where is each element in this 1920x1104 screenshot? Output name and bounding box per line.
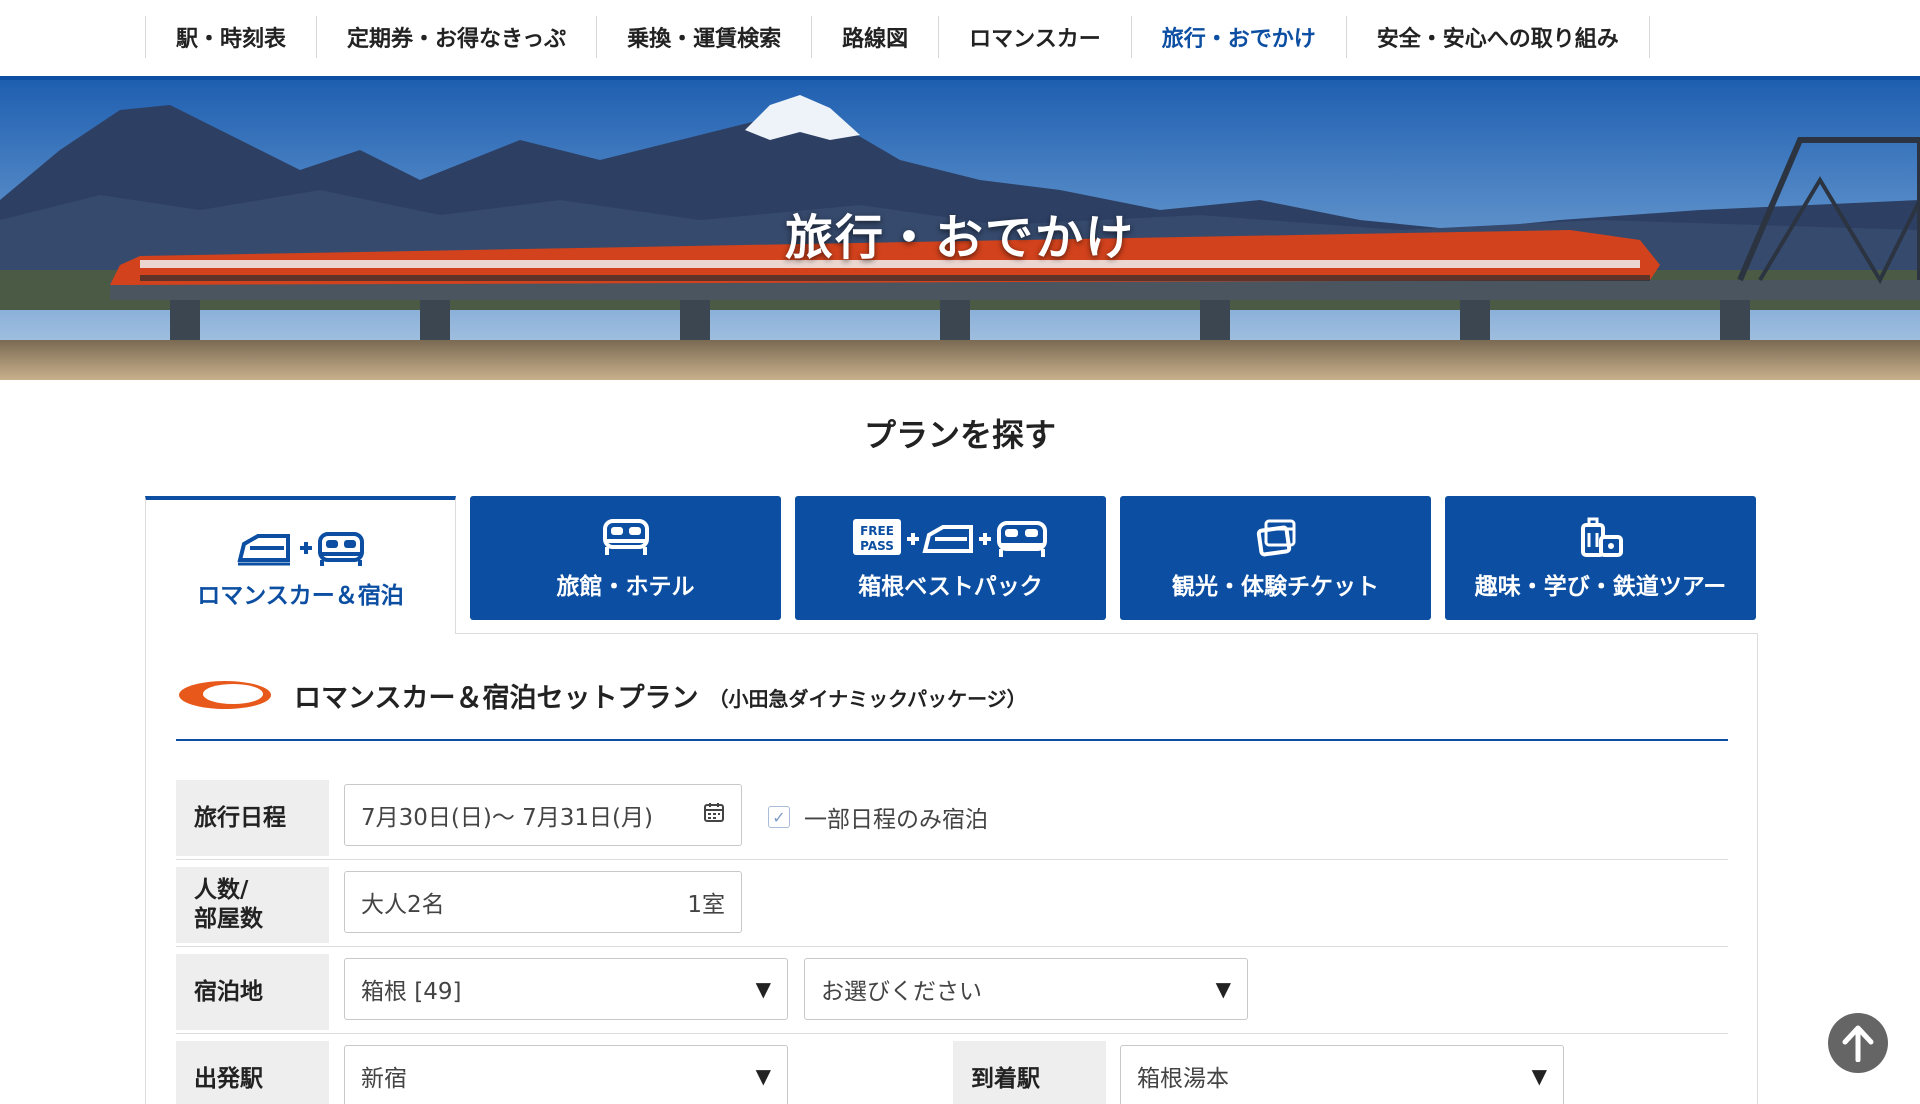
chevron-down-icon: ▼ [755,1064,771,1088]
bed-icon [600,515,652,559]
chevron-down-icon: ▼ [1531,1064,1547,1088]
tickets-icon [1254,515,1298,559]
partial-stay-checkbox[interactable]: ✓ 一部日程のみ宿泊 [768,800,988,834]
nav-item-route-map[interactable]: 路線図 [811,16,938,58]
label-travel-dates: 旅行日程 [176,780,329,856]
arrival-select[interactable]: 箱根湯本 ▼ [1120,1045,1564,1104]
people-rooms-field[interactable]: 大人2名 1室 [344,871,742,933]
subarea-select[interactable]: お選びください ▼ [804,958,1248,1020]
departure-select-value: 新宿 [361,1066,407,1092]
panel-header: ロマンスカー＆宿泊セットプラン （小田急ダイナミックパッケージ） [178,670,1027,720]
label-people-rooms: 人数/部屋数 [176,867,329,943]
luggage-icon [1577,515,1625,559]
tab-label: 観光・体験チケット [1172,574,1379,600]
calendar-icon [703,801,725,829]
hero-title: 旅行・おでかけ [784,210,1135,266]
tab-label: 趣味・学び・鉄道ツアー [1474,574,1727,600]
tab-hakone-best-pack[interactable]: FREE PASS 箱根ベストパック [795,496,1106,620]
nav-item-romancecar[interactable]: ロマンスカー [938,16,1131,58]
tab-tours[interactable]: 趣味・学び・鉄道ツアー [1445,496,1756,620]
label-destination: 宿泊地 [176,954,329,1030]
row-destination: 宿泊地 箱根 [49] ▼ お選びください ▼ [176,950,1728,1034]
nav-item-route-search[interactable]: 乗換・運賃検索 [596,16,811,58]
section-title: プランを探す [863,416,1056,454]
tab-tickets[interactable]: 観光・体験チケット [1120,496,1431,620]
nav-item-passes[interactable]: 定期券・お得なきっぷ [316,16,596,58]
departure-select[interactable]: 新宿 ▼ [344,1045,788,1104]
tab-label: ロマンスカー＆宿泊 [197,583,404,609]
free-text: FREE [860,524,894,538]
tab-romancecar-stay[interactable]: ロマンスカー＆宿泊 [145,496,456,634]
checkbox-icon: ✓ [768,806,790,828]
global-nav: 駅・時刻表 定期券・お得なきっぷ 乗換・運賃検索 路線図 ロマンスカー 旅行・お… [0,0,1920,76]
label-arrival: 到着駅 [953,1041,1106,1104]
row-stations: 出発駅 新宿 ▼ 到着駅 箱根湯本 ▼ [176,1037,1728,1104]
label-departure: 出発駅 [176,1041,329,1104]
panel-divider [176,739,1728,741]
freepass-train-bed-icon: FREE PASS [851,515,1051,559]
nav-item-travel[interactable]: 旅行・おでかけ [1130,16,1346,58]
label-people: 人数/ [194,877,249,904]
plan-tabs: ロマンスカー＆宿泊 旅館・ホテル FREE PASS 箱根ベストパック 観光・体… [145,496,1758,634]
search-panel: ロマンスカー＆宿泊セットプラン （小田急ダイナミックパッケージ） 旅行日程 7月… [145,633,1758,1104]
panel-subtitle: （小田急ダイナミックパッケージ） [708,686,1027,711]
travel-dates-field[interactable]: 7月30日(日)〜 7月31日(月) [344,784,742,846]
nav-item-stations[interactable]: 駅・時刻表 [145,16,316,58]
nav-item-safety[interactable]: 安全・安心への取り組み [1345,16,1650,58]
panel-title: ロマンスカー＆宿泊セットプラン [294,682,699,714]
odakyu-logo-icon [179,681,271,709]
chevron-down-icon: ▼ [1215,977,1231,1001]
area-select[interactable]: 箱根 [49] ▼ [344,958,788,1020]
tab-label: 旅館・ホテル [556,574,695,600]
tab-hotels[interactable]: 旅館・ホテル [470,496,781,620]
adults-value: 大人2名 [361,892,445,918]
partial-stay-label: 一部日程のみ宿泊 [804,807,988,833]
tab-label: 箱根ベストパック [858,574,1043,600]
area-select-value: 箱根 [49] [361,979,462,1005]
chevron-down-icon: ▼ [755,977,771,1001]
pass-text: PASS [860,539,894,553]
arrow-up-icon [1842,1025,1874,1062]
subarea-select-value: お選びください [821,979,982,1005]
travel-dates-value: 7月30日(日)〜 7月31日(月) [361,805,654,831]
rooms-value: 1室 [687,892,725,918]
label-rooms: 部屋数 [194,906,263,932]
nav-list: 駅・時刻表 定期券・お得なきっぷ 乗換・運賃検索 路線図 ロマンスカー 旅行・お… [145,16,1650,58]
hero-banner: 旅行・おでかけ [0,80,1920,380]
arrival-select-value: 箱根湯本 [1137,1066,1229,1092]
row-travel-dates: 旅行日程 7月30日(日)〜 7月31日(月) ✓ 一部日程のみ宿泊 [176,776,1728,860]
row-people-rooms: 人数/部屋数 大人2名 1室 [176,863,1728,947]
train-plus-bed-icon [236,524,366,568]
back-to-top-button[interactable] [1828,1013,1888,1073]
